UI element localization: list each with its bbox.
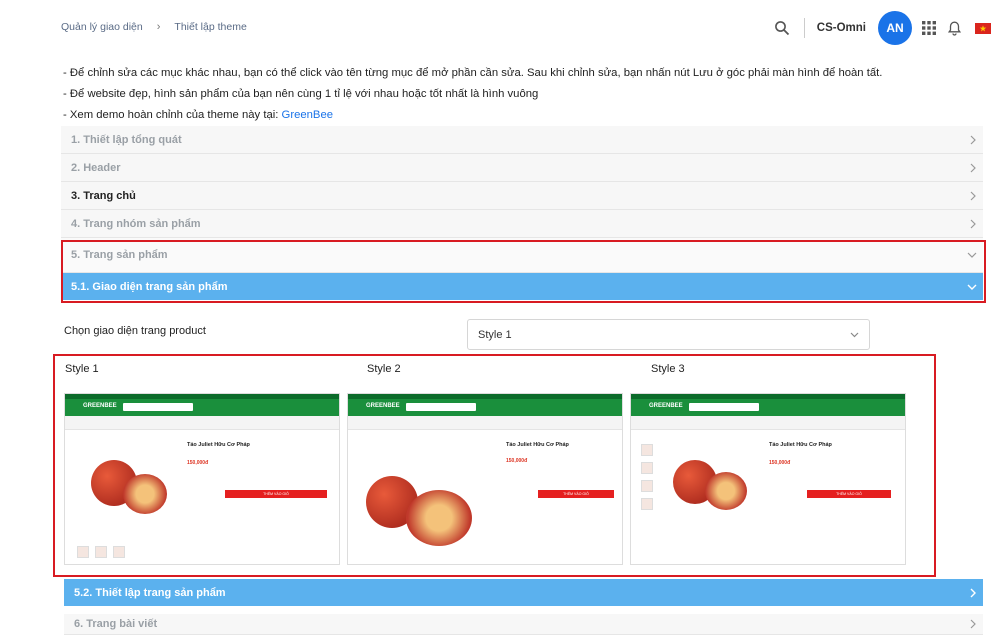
divider [803, 18, 805, 38]
info-line-1: - Để chỉnh sửa các mục khác nhau, bạn có… [63, 67, 883, 79]
product-title: Táo Juliet Hữu Cơ Pháp [187, 442, 250, 448]
bell-icon[interactable] [948, 21, 961, 36]
top-bar: Quản lý giao diện › Thiết lập theme CS-O… [0, 0, 1005, 56]
style-3-preview[interactable]: GREENBEE Táo Juliet Hữu Cơ Pháp 150,000đ… [630, 393, 906, 565]
apps-grid-icon[interactable] [922, 21, 936, 35]
add-to-cart-button: THÊM VÀO GIỎ [538, 490, 614, 498]
style-3-label: Style 3 [651, 363, 685, 375]
chevron-right-icon [970, 163, 976, 172]
section-blog-page[interactable]: 6. Trang bài viết [64, 614, 983, 635]
style-1-preview[interactable]: GREENBEE Táo Juliet Hữu Cơ Pháp 150,000đ… [64, 393, 340, 565]
info-line-2: - Để website đẹp, hình sản phẩm của bạn … [63, 88, 539, 100]
add-to-cart-button: THÊM VÀO GIỎ [807, 490, 891, 498]
chevron-right-icon [970, 588, 976, 597]
product-title: Táo Juliet Hữu Cơ Pháp [769, 442, 832, 448]
section-homepage[interactable]: 3. Trang chủ [61, 182, 983, 210]
product-price: 150,000đ [187, 460, 209, 466]
highlight-frame-product-page [61, 240, 986, 303]
product-price: 150,000đ [506, 458, 528, 464]
add-to-cart-button: THÊM VÀO GIỎ [225, 490, 327, 498]
chevron-down-icon [850, 332, 859, 337]
avatar[interactable]: AN [878, 11, 912, 45]
chevron-right-icon [970, 219, 976, 228]
style-1-label: Style 1 [65, 363, 99, 375]
section-product-group-page[interactable]: 4. Trang nhóm sản phẩm [61, 210, 983, 238]
section-general-settings[interactable]: 1. Thiết lập tổng quát [61, 126, 983, 154]
style-2-label: Style 2 [367, 363, 401, 375]
layout-style-selected: Style 1 [478, 328, 512, 341]
breadcrumb-item-theme-settings: Thiết lập theme [174, 21, 247, 33]
breadcrumb-separator: › [156, 21, 161, 33]
store-name[interactable]: CS-Omni [817, 22, 866, 34]
breadcrumb: Quản lý giao diện › Thiết lập theme [61, 21, 247, 33]
top-right-actions: CS-Omni AN [774, 11, 1005, 45]
section-product-page-settings[interactable]: 5.2. Thiết lập trang sản phẩm [64, 579, 983, 606]
shop-logo: GREENBEE [366, 403, 400, 409]
style-2-preview[interactable]: GREENBEE Táo Juliet Hữu Cơ Pháp 150,000đ… [347, 393, 623, 565]
layout-style-select[interactable]: Style 1 [467, 319, 870, 350]
chevron-right-icon [970, 619, 976, 629]
shop-logo: GREENBEE [649, 403, 683, 409]
product-price: 150,000đ [769, 460, 791, 466]
shop-logo: GREENBEE [83, 403, 117, 409]
demo-link[interactable]: GreenBee [282, 109, 334, 121]
section-header[interactable]: 2. Header [61, 154, 983, 182]
info-line-3: - Xem demo hoàn chỉnh của theme này tại:… [63, 109, 334, 121]
chevron-right-icon [970, 135, 976, 144]
breadcrumb-item-theme-management[interactable]: Quản lý giao diện [61, 21, 143, 33]
chevron-right-icon [970, 191, 976, 200]
vietnam-flag-icon[interactable] [975, 22, 991, 34]
search-icon[interactable] [774, 20, 790, 36]
layout-chooser-label: Chọn giao diện trang product [64, 325, 206, 337]
product-title: Táo Juliet Hữu Cơ Pháp [506, 442, 569, 448]
